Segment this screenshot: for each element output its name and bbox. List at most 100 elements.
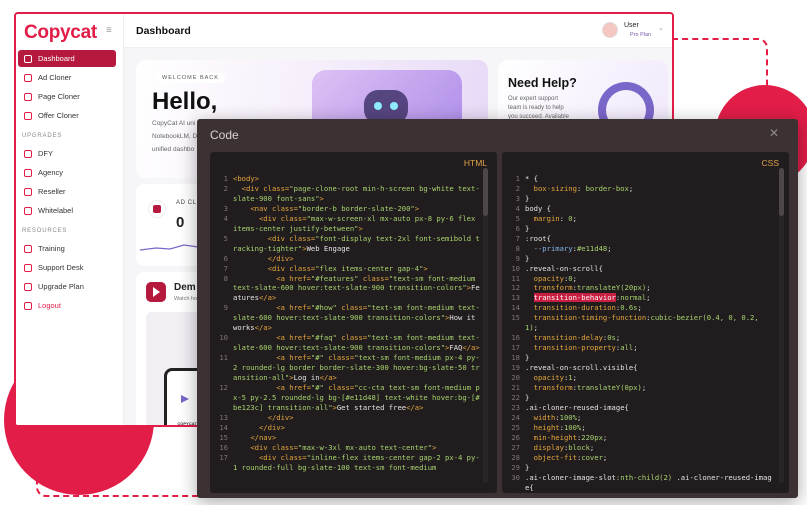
html-code-panel[interactable]: HTML 1 <body> 2 <div class="page-clone-roo… (210, 152, 497, 493)
play-icon[interactable] (146, 282, 166, 302)
code-line: 4 body { (502, 204, 772, 214)
scrollbar-thumb[interactable] (483, 168, 488, 216)
avatar[interactable] (602, 22, 618, 38)
welcome-badge: WELCOME BACK (156, 73, 225, 83)
sidebar-item-page-cloner[interactable]: Page Cloner (18, 88, 116, 105)
line-number: 9 (223, 303, 228, 313)
code-line: 10 .reveal-on-scroll{ (502, 264, 772, 274)
line-number: 6 (515, 223, 520, 233)
line-number: 6 (223, 253, 228, 263)
line-number: 3 (223, 203, 228, 213)
chevron-down-icon[interactable]: ⌄ (658, 24, 664, 32)
code-line: 28 object-fit:cover; (502, 453, 772, 463)
css-scrollbar[interactable] (779, 168, 784, 483)
line-number: 13 (219, 412, 228, 422)
code-text: width:100%; (533, 412, 582, 422)
code-text: } (525, 253, 530, 263)
sidebar-item-offer-cloner[interactable]: Offer Cloner (18, 107, 116, 124)
tag-icon (24, 111, 32, 120)
scrollbar-thumb[interactable] (779, 168, 784, 216)
logout-icon (24, 301, 32, 310)
code-text: } (525, 223, 530, 233)
html-scrollbar[interactable] (483, 168, 488, 483)
code-line: 6} (502, 224, 772, 234)
code-line: 23 .ai-cloner-reused-image{ (502, 403, 772, 413)
sidebar-item-ad-cloner[interactable]: Ad Cloner (18, 69, 116, 86)
sidebar-item-support-desk[interactable]: Support Desk (18, 259, 116, 276)
line-number: 25 (511, 422, 520, 432)
ad-icon (24, 73, 32, 82)
code-text: .ai-cloner-image-slot:nth-child(2) .ai-c… (525, 472, 772, 492)
code-line: 24 width:100%; (502, 413, 772, 423)
code-line: 6 </div> (210, 254, 480, 264)
megaphone-icon (148, 200, 166, 218)
sidebar-item-label: Support Desk (38, 263, 84, 272)
section-label-upgrades: UPGRADES (22, 133, 63, 139)
training-icon (24, 244, 32, 253)
line-number: 17 (511, 343, 520, 353)
code-line: 1 <body> (210, 174, 480, 184)
code-line: 2 <div class="page-clone-root min-h-scre… (210, 184, 480, 204)
code-text: <div class="flex items-center gap-4"> (267, 263, 428, 273)
sidebar-item-label: Logout (38, 301, 61, 310)
code-text: <div class="font-display text-2xl font-s… (233, 233, 480, 253)
code-line: 10 <a href="#faq" class="text-sm font-me… (210, 333, 480, 353)
line-number: 14 (511, 303, 520, 313)
menu-collapse-icon[interactable]: ≡ (106, 25, 112, 36)
cart-icon (24, 187, 32, 196)
line-number: 4 (223, 213, 228, 223)
code-line: 17 transition-property:all; (502, 343, 772, 353)
users-icon (24, 168, 32, 177)
code-line: 13 </div> (210, 413, 480, 423)
decorative-dashed-line (36, 425, 206, 497)
sidebar-item-dashboard[interactable]: Dashboard (18, 50, 116, 67)
close-icon[interactable]: ✕ (769, 126, 779, 140)
css-code-block[interactable]: 1 * {2 box-sizing: border-box; 3} 4 body {5 … (502, 174, 772, 493)
sidebar-item-agency[interactable]: Agency (18, 164, 116, 181)
code-text: <a href="#" class="cc-cta text-sm font-m… (233, 383, 480, 412)
line-number: 7 (515, 233, 520, 243)
support-icon (24, 263, 32, 272)
code-line: 16 <div class="max-w-3xl mx-auto text-ce… (210, 443, 480, 453)
html-code-block[interactable]: 1 <body> 2 <div class="page-clone-root min… (210, 174, 480, 473)
sidebar-item-logout[interactable]: Logout (18, 297, 116, 314)
sidebar-item-upgrade-plan[interactable]: Upgrade Plan (18, 278, 116, 295)
code-line: 25 height:100%; (502, 423, 772, 433)
code-line: 11 <a href="#" class="text-sm font-mediu… (210, 353, 480, 383)
code-text: min-height:220px; (533, 432, 608, 442)
code-line: 21 transform:translateY(0px); (502, 383, 772, 393)
sidebar-item-dfy[interactable]: DFY (18, 145, 116, 162)
code-text: height:100%; (533, 422, 586, 432)
html-panel-label: HTML (463, 158, 487, 168)
code-line: 29} (502, 463, 772, 473)
code-text: transform:translateY(0px); (533, 383, 647, 393)
code-text: transition-duration:0.6s; (533, 303, 642, 313)
sidebar-item-label: Whitelabel (38, 206, 74, 215)
code-line: 22} (502, 393, 772, 403)
line-number: 15 (511, 313, 520, 323)
sidebar-item-reseller[interactable]: Reseller (18, 183, 116, 200)
code-line: 13 transition-behavior:normal; (502, 293, 772, 303)
code-text: <body> (233, 174, 259, 183)
user-name[interactable]: User (624, 22, 639, 29)
line-number: 15 (219, 432, 228, 442)
css-code-panel[interactable]: CSS 1 * {2 box-sizing: border-box; 3} 4 body… (502, 152, 789, 493)
demo-title: Dem (174, 282, 196, 293)
code-text: --primary:#e11d48; (533, 243, 612, 253)
stat-count: 0 (176, 214, 185, 231)
code-line: 17 <div class="inline-flex items-center … (210, 453, 480, 473)
sidebar-item-whitelabel[interactable]: Whitelabel (18, 202, 116, 219)
line-number: 11 (511, 273, 520, 283)
line-number: 14 (219, 422, 228, 432)
line-number: 28 (511, 452, 520, 462)
brand-logo[interactable]: Copycat (24, 22, 97, 44)
code-text: body { (525, 203, 551, 213)
code-text: } (525, 392, 530, 402)
sidebar-item-training[interactable]: Training (18, 240, 116, 257)
line-number: 30 (511, 472, 520, 482)
line-number: 1 (223, 174, 228, 183)
code-line: 3 <nav class="border-b border-slate-200"… (210, 204, 480, 214)
user-plan: Pro Plan (630, 32, 652, 38)
code-line: 20 opacity:1; (502, 373, 772, 383)
sidebar-item-label: Upgrade Plan (38, 282, 84, 291)
